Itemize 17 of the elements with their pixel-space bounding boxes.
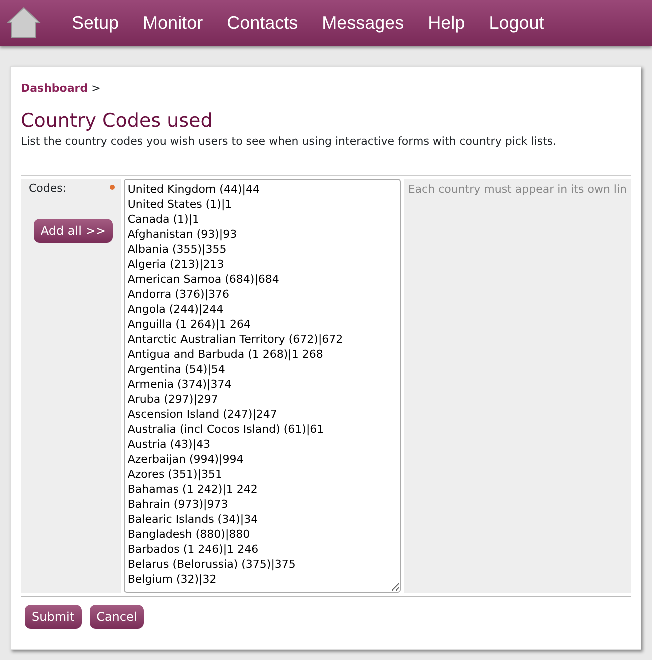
codes-label: Codes: — [29, 182, 67, 195]
codes-field[interactable]: United Kingdom (44)|44 United States (1)|1 Canada (1)|1 Afghanistan (93)|93 Albania (355)|355 Algeria (213)|213 American Samoa (684)|684 Andorra (376)|376 Angola (244)|244 Anguilla (1 264)|1 264 Antarctic Australian Territory (672)|672 Antigua and Barbuda (1 268)|1 268 Argentina (54)|54 Armenia (374)|374 Aruba (297)|297 Ascension Island (247)|247 Australia (incl Cocos Island) (61)|61 Austria (43)|43 Azerbaijan (994)|994 Azores (351)|351 Bahamas (1 242)|1 242 Bahrain (973)|973 Balearic Islands (34)|34 Bangladesh (880)|880 Barbados (1 246)|1 246 Belarus (Belorussia) (375)|375 Belgium (32)|32 — [124, 178, 402, 593]
nav-link[interactable]: Messages — [322, 10, 404, 36]
home-icon[interactable] — [6, 6, 42, 40]
nav-link[interactable]: Contacts — [227, 10, 298, 36]
nav-link[interactable]: Logout — [489, 10, 544, 36]
add-all-button[interactable]: Add all >> — [34, 219, 113, 244]
cancel-button[interactable]: Cancel — [90, 604, 144, 629]
breadcrumb-separator: > — [92, 82, 101, 95]
breadcrumb-link[interactable]: Dashboard — [21, 82, 88, 95]
help-text: Each country must appear in its own lin — [408, 182, 627, 196]
nav-link[interactable]: Help — [428, 10, 466, 36]
page-title: Country Codes used — [21, 110, 214, 132]
nav-link[interactable]: Setup — [72, 10, 120, 36]
submit-button[interactable]: Submit — [25, 604, 82, 629]
nav-link[interactable]: Monitor — [143, 10, 204, 36]
page-description: List the country codes you wish users to see when using interactive forms with country pick lists. — [21, 134, 558, 150]
